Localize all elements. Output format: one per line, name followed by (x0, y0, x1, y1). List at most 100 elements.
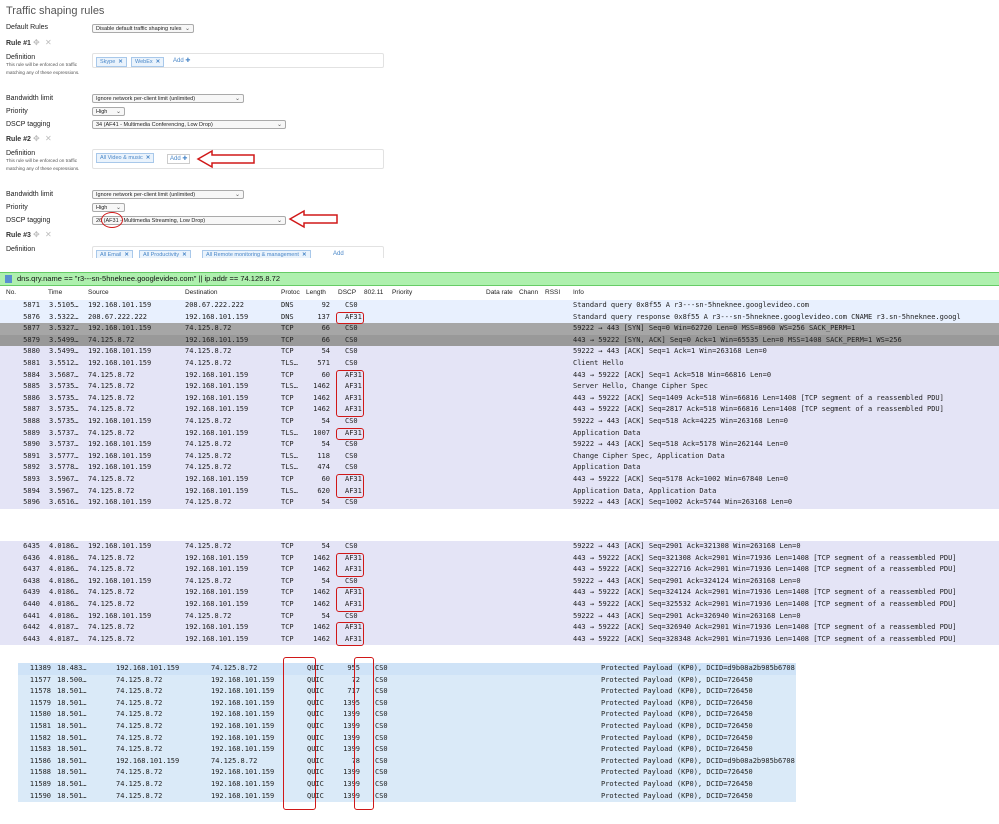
table-row[interactable]: 5890 3.5737… 192.168.101.159 74.125.8.72 TCP… (0, 439, 999, 451)
tag-all-productivity[interactable]: All Productivity ✕ (139, 250, 191, 258)
move-icon[interactable]: ✥ (33, 38, 40, 47)
col-80211[interactable]: 802.11 (364, 289, 383, 296)
table-row[interactable]: 5892 3.5778… 192.168.101.159 74.125.8.72 TLS… (0, 462, 999, 474)
col-length[interactable]: Length (306, 289, 326, 296)
cell-src: 192.168.101.159 (88, 451, 152, 460)
table-row[interactable]: 5885 3.5735… 74.125.8.72 192.168.101.159 TLS… (0, 381, 999, 393)
tag-webex[interactable]: WebEx ✕ (131, 57, 165, 67)
rule-1-priority-select[interactable]: High ⌄ (92, 107, 125, 116)
tag-all-remote-monitoring[interactable]: All Remote monitoring & management ✕ (202, 250, 311, 258)
table-row[interactable]: 11389 18.483… 192.168.101.159 74.125.8.72 QU… (18, 663, 796, 675)
cell-src: 74.125.8.72 (88, 405, 135, 414)
table-row[interactable]: 6438 4.0186… 192.168.101.159 74.125.8.72 TCP… (0, 575, 999, 588)
remove-icon[interactable]: ✕ (124, 252, 129, 258)
tag-all-video-music[interactable]: All Video & music ✕ (96, 153, 155, 163)
table-row[interactable]: 6437 4.0186… 74.125.8.72 192.168.101.159 TCP… (0, 564, 999, 576)
table-row[interactable]: 6443 4.0187… 74.125.8.72 192.168.101.159 TCP… (0, 633, 999, 646)
tag-skype[interactable]: Skype ✕ (96, 57, 127, 67)
cell-no: 5888 (23, 417, 40, 425)
table-row[interactable]: 5888 3.5735… 192.168.101.159 74.125.8.72 TCP… (0, 416, 999, 428)
table-row[interactable]: 6436 4.0186… 74.125.8.72 192.168.101.159 TCP… (0, 552, 999, 565)
bookmark-icon[interactable] (5, 275, 12, 283)
col-destination[interactable]: Destination (185, 289, 218, 296)
traffic-shaping-panel: Traffic shaping rules Default Rules Disa… (0, 0, 999, 258)
table-row[interactable]: 5881 3.5512… 192.168.101.159 74.125.8.72 TLS… (0, 358, 999, 370)
table-row[interactable]: 5871 3.5105… 192.168.101.159 208.67.222.222… (0, 300, 999, 312)
col-info[interactable]: Info (573, 289, 584, 296)
table-row[interactable]: 6441 4.0186… 192.168.101.159 74.125.8.72 TCP… (0, 610, 999, 623)
cell-info: Protected Payload (KP0), DCID=d9b08a2b98… (601, 756, 795, 765)
col-time[interactable]: Time (48, 289, 62, 296)
table-row[interactable]: 5889 3.5737… 74.125.8.72 192.168.101.159 TLS… (0, 427, 999, 440)
add-expression-button[interactable]: Add ✚ (167, 154, 191, 164)
cell-info: 59222 → 443 [ACK] Seq=2901 Ack=324124 Wi… (573, 576, 801, 585)
cell-no: 11389 (29, 664, 51, 672)
table-row[interactable]: 5879 3.5499… 74.125.8.72 192.168.101.159 TCP… (0, 334, 999, 347)
move-icon[interactable]: ✥ (33, 134, 40, 143)
col-rssi[interactable]: RSSI (545, 289, 560, 296)
default-rules-select[interactable]: Disable default traffic shaping rules ⌄ (92, 24, 194, 33)
cell-time: 4.0186… (49, 588, 79, 597)
remove-icon[interactable]: ✕ (182, 252, 187, 258)
table-row[interactable]: 5887 3.5735… 74.125.8.72 192.168.101.159 TCP… (0, 404, 999, 416)
rule-1-definition-box[interactable]: Skype ✕ WebEx ✕ Add ✚ (92, 53, 384, 68)
move-icon[interactable]: ✥ (33, 230, 40, 239)
cell-info: 443 → 59222 [ACK] Seq=321308 Ack=2901 Wi… (573, 553, 957, 562)
table-row[interactable]: 11588 18.501… 74.125.8.72 192.168.101.159 QU… (18, 767, 796, 779)
remove-icon[interactable]: ✕ (302, 252, 307, 258)
table-row[interactable]: 11586 18.501… 192.168.101.159 74.125.8.72 QU… (18, 755, 796, 768)
table-row[interactable]: 5877 3.5327… 192.168.101.159 74.125.8.72 TCP… (0, 323, 999, 335)
display-filter-input[interactable]: dns.qry.name == "r3---sn-5hneknee.google… (17, 274, 280, 283)
add-expression-button[interactable]: Add (333, 250, 344, 258)
table-row[interactable]: 5893 3.5967… 74.125.8.72 192.168.101.159 TCP… (0, 474, 999, 486)
table-row[interactable]: 5886 3.5735… 74.125.8.72 192.168.101.159 TCP… (0, 392, 999, 405)
table-row[interactable]: 11580 18.501… 74.125.8.72 192.168.101.159 QU… (18, 709, 796, 721)
col-dscp[interactable]: DSCP (338, 289, 356, 296)
rule-3-definition-box[interactable]: All Email ✕ All Productivity ✕ All Remote … (92, 246, 384, 258)
table-row[interactable]: 11590 18.501… 74.125.8.72 192.168.101.159 QU… (18, 790, 796, 803)
rule-1-dscp-select[interactable]: 34 (AF41 - Multimedia Conferencing, Low … (92, 120, 286, 129)
table-row[interactable]: 5884 3.5687… 74.125.8.72 192.168.101.159 TCP… (0, 369, 999, 382)
rule-2-bandwidth-select[interactable]: Ignore network per-client limit (unlimit… (92, 190, 244, 199)
remove-icon[interactable]: ✕ (118, 59, 123, 65)
col-source[interactable]: Source (88, 289, 109, 296)
cell-dscp: CS0 (345, 576, 358, 585)
cell-dst: 192.168.101.159 (211, 698, 275, 707)
rule-1-bandwidth-select[interactable]: Ignore network per-client limit (unlimit… (92, 94, 244, 103)
table-row[interactable]: 5896 3.6516… 192.168.101.159 74.125.8.72 TCP… (0, 497, 999, 509)
table-row[interactable]: 6442 4.0187… 74.125.8.72 192.168.101.159 TCP… (0, 622, 999, 634)
table-row[interactable]: 11577 18.500… 74.125.8.72 192.168.101.159 QU… (18, 674, 796, 687)
table-row[interactable]: 5876 3.5322… 208.67.222.222 192.168.101.159… (0, 311, 999, 324)
tag-all-email[interactable]: All Email ✕ (96, 250, 134, 258)
table-row[interactable]: 6435 4.0186… 192.168.101.159 74.125.8.72 TCP… (0, 541, 999, 553)
table-row[interactable]: 6439 4.0186… 74.125.8.72 192.168.101.159 TCP… (0, 587, 999, 599)
cell-no: 5893 (23, 475, 40, 483)
table-row[interactable]: 11582 18.501… 74.125.8.72 192.168.101.159 QU… (18, 732, 796, 745)
table-row[interactable]: 5891 3.5777… 192.168.101.159 74.125.8.72 TLS… (0, 450, 999, 463)
table-row[interactable]: 11581 18.501… 74.125.8.72 192.168.101.159 QU… (18, 721, 796, 733)
remove-icon[interactable]: ✕ (146, 155, 151, 161)
col-no[interactable]: No. (6, 289, 16, 296)
table-row[interactable]: 11578 18.501… 74.125.8.72 192.168.101.159 QU… (18, 686, 796, 698)
cell-len: 137 (317, 312, 330, 321)
rule-2-priority-select[interactable]: High ⌄ (92, 203, 125, 212)
cell-time: 3.5499… (49, 347, 79, 356)
remove-icon[interactable]: ✕ (156, 59, 161, 65)
close-icon[interactable]: ✕ (45, 230, 52, 239)
table-row[interactable]: 5880 3.5499… 192.168.101.159 74.125.8.72 TCP… (0, 346, 999, 358)
close-icon[interactable]: ✕ (45, 38, 52, 47)
cell-src: 74.125.8.72 (88, 600, 135, 608)
table-row[interactable]: 5894 3.5967… 74.125.8.72 192.168.101.159 TLS… (0, 485, 999, 498)
col-priority[interactable]: Priority (392, 289, 412, 296)
close-icon[interactable]: ✕ (45, 134, 52, 143)
col-channel[interactable]: Chann (519, 289, 538, 296)
cell-time: 18.501… (57, 780, 87, 788)
add-expression-button[interactable]: Add ✚ (173, 57, 190, 65)
table-row[interactable]: 11589 18.501… 74.125.8.72 192.168.101.159 QU… (18, 779, 796, 791)
table-row[interactable]: 6440 4.0186… 74.125.8.72 192.168.101.159 TCP… (0, 599, 999, 611)
col-protocol[interactable]: Protoc (281, 289, 300, 296)
table-row[interactable]: 11579 18.501… 74.125.8.72 192.168.101.159 QU… (18, 697, 796, 710)
col-data-rate[interactable]: Data rate (486, 289, 513, 296)
display-filter-bar[interactable]: dns.qry.name == "r3---sn-5hneknee.google… (0, 272, 999, 286)
table-row[interactable]: 11583 18.501… 74.125.8.72 192.168.101.159 QU… (18, 744, 796, 756)
